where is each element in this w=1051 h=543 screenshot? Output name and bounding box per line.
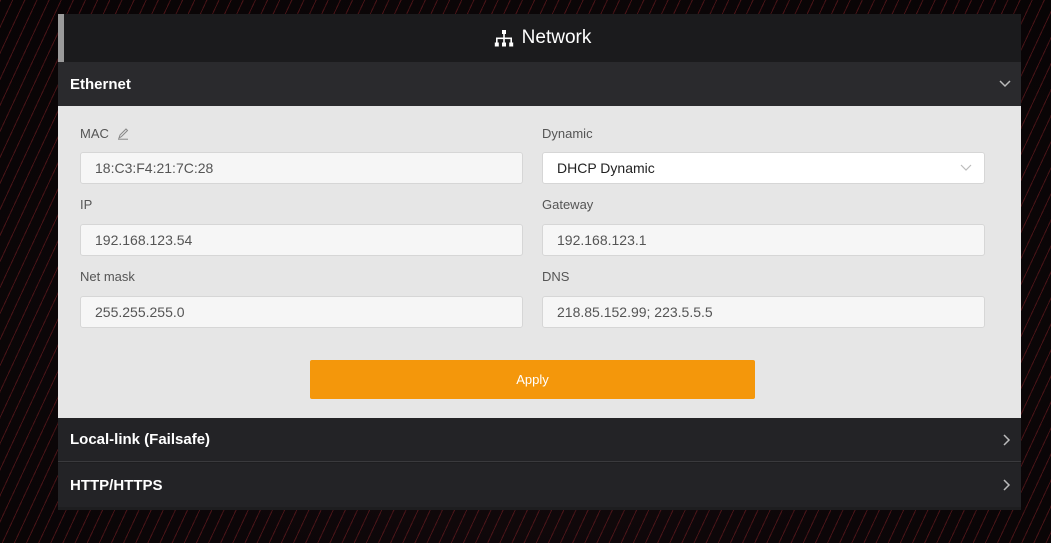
section-ethernet-label: Ethernet [70,75,131,93]
dynamic-label: Dynamic [542,126,593,141]
gateway-label: Gateway [542,197,594,212]
section-http-header[interactable]: HTTP/HTTPS [58,463,1021,507]
dns-label: DNS [542,269,570,284]
mac-label: MAC [80,126,129,143]
ip-label: IP [80,197,93,212]
netmask-field[interactable]: 255.255.255.0 [80,296,523,328]
dynamic-select[interactable]: DHCP Dynamic [542,152,985,184]
ip-field[interactable]: 192.168.123.54 [80,224,523,256]
chevron-right-icon [1003,463,1011,507]
network-panel: Network Ethernet MAC 18:C3:F4:21:7C:28 D… [58,14,1021,510]
chevron-right-icon [1003,418,1011,462]
section-http-label: HTTP/HTTPS [70,476,163,494]
page-title: Network [521,27,592,48]
mac-field[interactable]: 18:C3:F4:21:7C:28 [80,152,523,184]
panel-accent-stripe [58,14,64,62]
section-local-link-label: Local-link (Failsafe) [70,431,211,448]
dynamic-select-value: DHCP Dynamic [557,160,655,176]
chevron-down-icon [960,161,972,175]
chevron-down-icon [999,62,1011,106]
gateway-field[interactable]: 192.168.123.1 [542,224,985,256]
apply-button[interactable]: Apply [310,360,755,399]
network-icon [494,30,514,48]
dns-field[interactable]: 218.85.152.99; 223.5.5.5 [542,296,985,328]
netmask-label: Net mask [80,269,135,284]
ethernet-form: MAC 18:C3:F4:21:7C:28 Dynamic DHCP Dynam… [58,106,1021,418]
panel-titlebar: Network [64,14,1021,62]
section-ethernet-header[interactable]: Ethernet [58,62,1021,106]
pencil-icon[interactable] [117,127,129,143]
section-local-link-header[interactable]: Local-link (Failsafe) [58,418,1021,462]
